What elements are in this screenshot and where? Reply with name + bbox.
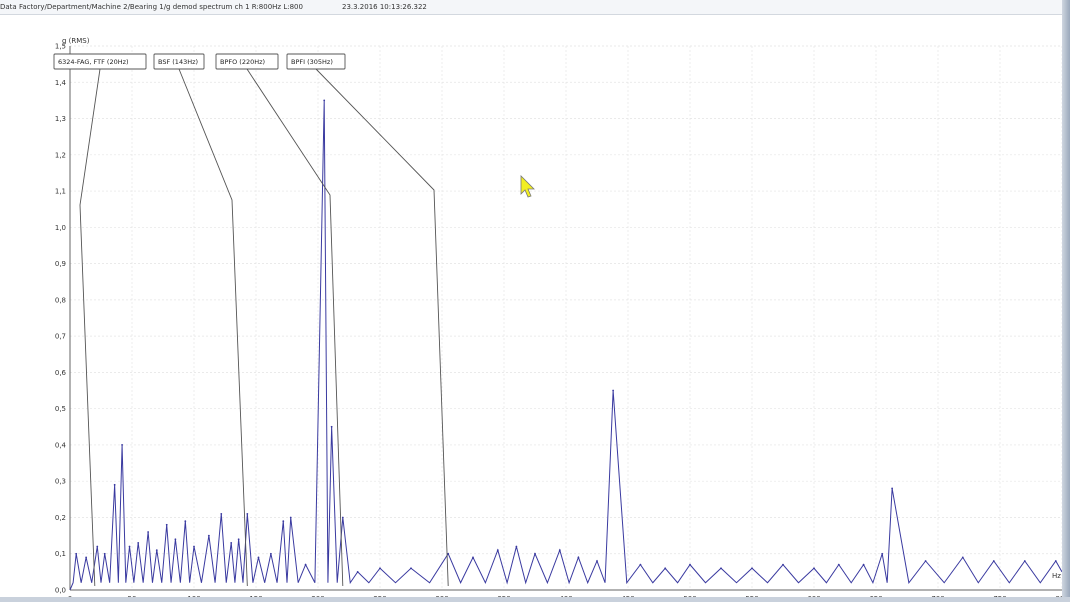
spectrum-point — [689, 563, 691, 566]
chart-grid — [69, 45, 1063, 591]
spectrum-point — [155, 549, 158, 552]
spectrum-point — [496, 549, 499, 552]
spectrum-point — [924, 560, 927, 562]
window-right-border — [1062, 0, 1070, 602]
spectrum-point — [639, 563, 642, 566]
y-tick-label: 0,8 — [55, 296, 66, 304]
spectrum-point — [837, 563, 840, 566]
spectrum-point — [534, 552, 536, 555]
spectrum-point — [128, 545, 131, 548]
spectrum-point — [230, 541, 233, 544]
spectrum-point — [246, 512, 249, 515]
spectrum-point — [330, 425, 333, 428]
spectrum-point — [96, 545, 99, 548]
spectrum-point — [577, 556, 580, 559]
y-tick-label: 1,2 — [55, 151, 66, 159]
y-tick-label: 0,1 — [55, 550, 66, 558]
spectrum-point — [85, 556, 88, 559]
y-tick-label: 0,5 — [55, 405, 66, 413]
spectrum-point — [137, 541, 140, 544]
annotation-label: BPFO (220Hz) — [220, 58, 265, 66]
spectrum-point — [612, 389, 615, 392]
spectrum-point — [103, 552, 106, 555]
y-tick-label: 0,0 — [55, 587, 66, 595]
spectrum-point — [813, 567, 815, 570]
spectrum-point — [881, 552, 884, 555]
spectrum-point — [961, 556, 964, 559]
spectrum-point — [304, 563, 307, 566]
y-tick-label: 0,2 — [55, 514, 66, 522]
annotation-label: BPFI (305Hz) — [291, 58, 333, 66]
y-tick-label: 1,4 — [55, 79, 67, 87]
spectrum-point — [558, 549, 561, 552]
spectrum-point — [207, 534, 210, 537]
spectrum-point — [184, 520, 187, 522]
spectrum-line — [69, 100, 1063, 591]
y-tick-label: 1,0 — [55, 224, 66, 232]
annotation-leader-line — [315, 68, 449, 587]
spectrum-point — [720, 567, 722, 570]
annotation-leader-line — [79, 68, 101, 587]
spectrum-point — [341, 516, 344, 519]
annotation-label: BSF (143Hz) — [158, 58, 198, 66]
y-tick-label: 1,1 — [55, 188, 66, 196]
spectrum-point — [220, 512, 223, 515]
spectrum-point — [862, 563, 865, 566]
spectrum-point — [410, 567, 412, 570]
y-tick-label: 1,3 — [55, 115, 66, 123]
spectrum-point — [379, 567, 381, 570]
spectrum-point — [165, 523, 168, 526]
spectrum-point — [1023, 560, 1026, 562]
window-bottom-border — [0, 597, 1070, 602]
spectrum-point — [257, 556, 260, 559]
x-axis-label: Hz — [1052, 572, 1061, 580]
spectrum-point — [1054, 560, 1057, 562]
spectrum-point — [269, 552, 272, 555]
spectrum-point — [782, 563, 784, 566]
mouse-cursor — [520, 175, 535, 198]
y-tick-label: 0,9 — [55, 260, 66, 268]
spectrum-point — [237, 538, 240, 541]
spectrum-point — [323, 99, 326, 102]
mouse-pointer-icon — [520, 175, 535, 198]
y-tick-label: 0,3 — [55, 478, 66, 486]
y-tick-label: 0,7 — [55, 333, 66, 341]
annotation-label: 6324-FAG, FTF (20Hz) — [58, 58, 129, 66]
spectrum-window: Data Factory/Department/Machine 2/Bearin… — [0, 0, 1070, 602]
y-axis-label: g (RMS) — [62, 37, 90, 45]
spectrum-point — [75, 552, 78, 555]
spectrum-point — [891, 487, 894, 490]
spectrum-point — [992, 560, 995, 562]
spectrum-point — [113, 483, 116, 486]
annotation-leader-line — [178, 68, 248, 587]
spectrum-point — [289, 516, 292, 519]
chart-series — [69, 99, 1063, 591]
spectrum-point — [193, 545, 195, 548]
spectrum-point — [447, 552, 450, 555]
spectrum-point — [174, 538, 177, 541]
spectrum-point — [356, 570, 359, 573]
spectrum-point — [596, 560, 598, 562]
spectrum-chart[interactable]: 0,0 0,1 0,2 0,3 0,4 0,5 0,6 0,7 0,8 0,9 1,0 1,1 1,2 1… — [0, 0, 1070, 602]
y-tick-label: 0,4 — [55, 441, 67, 449]
spectrum-point — [751, 567, 753, 570]
y-tick-label: 0,6 — [55, 369, 67, 377]
spectrum-point — [472, 556, 474, 559]
spectrum-point — [664, 567, 667, 570]
spectrum-point — [121, 444, 123, 446]
annotation-leader-line — [246, 68, 344, 587]
spectrum-point — [282, 520, 285, 522]
spectrum-point — [515, 545, 518, 548]
spectrum-point — [147, 531, 150, 533]
